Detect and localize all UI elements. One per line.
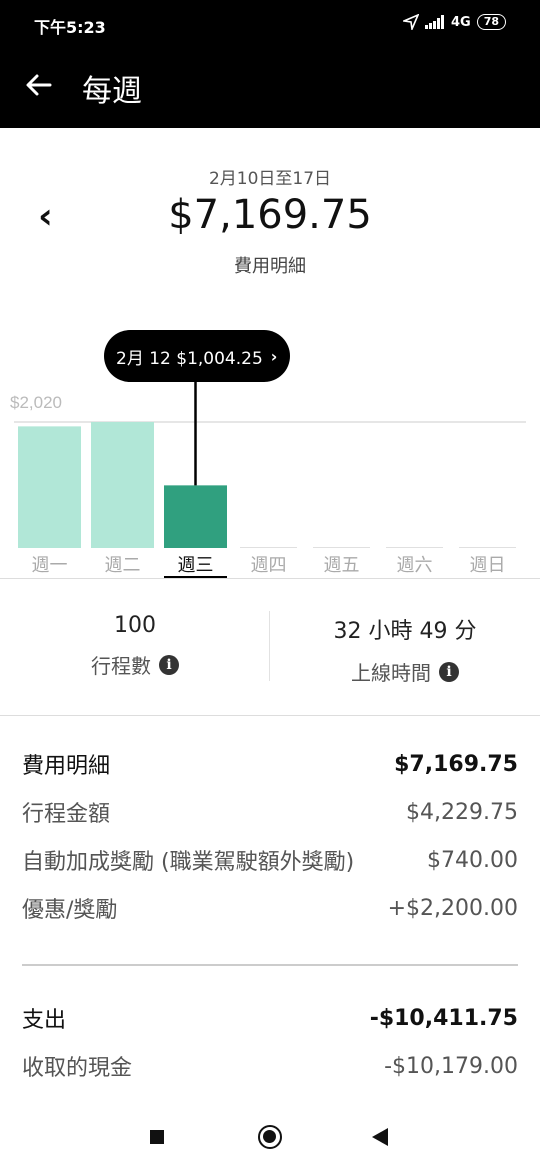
chart-bar[interactable] (313, 547, 370, 548)
day-tooltip[interactable]: 2月 12 $1,004.25 › (104, 330, 290, 382)
online-time-stat: 32 小時 49 分 上線時間 i (270, 613, 540, 686)
system-nav-bar (0, 1100, 540, 1170)
system-back-button[interactable] (372, 1128, 388, 1146)
section-divider (22, 964, 518, 966)
chart-bar[interactable] (91, 422, 154, 548)
payout-row-total: 支出 -$10,411.75 (22, 994, 518, 1042)
row-label: 自動加成獎勵 (職業駕駛額外獎勵) (22, 850, 355, 875)
week-total: $7,169.75 (168, 192, 372, 238)
recent-apps-button[interactable] (150, 1130, 164, 1144)
chart-bar[interactable] (18, 426, 81, 548)
battery-icon: 78 (476, 14, 506, 30)
row-amount: -$10,179.00 (384, 1053, 518, 1079)
home-button[interactable] (258, 1125, 282, 1149)
chart-bar[interactable] (164, 485, 227, 548)
chart-x-tick-label: 週六 (397, 555, 433, 576)
row-amount: -$10,411.75 (369, 1005, 518, 1031)
online-time-label-row: 上線時間 i (270, 657, 540, 686)
reference-value-label: $2,020 (10, 393, 62, 412)
row-label: 支出 (22, 1008, 67, 1033)
tooltip-label: 2月 12 $1,004.25 (116, 348, 263, 369)
earnings-row: 優惠/獎勵 +$2,200.00 (22, 884, 518, 932)
chart-x-tick-label: 週一 (32, 555, 68, 576)
trip-count-label-row: 行程數 i (0, 650, 270, 679)
breakdown-link[interactable]: 費用明細 (0, 252, 540, 278)
stats-panel: 100 行程數 i 32 小時 49 分 上線時間 i (0, 578, 540, 716)
chart-x-tick-label: 週日 (470, 555, 506, 576)
chart-bar[interactable] (386, 547, 443, 548)
status-time: 下午5:23 (34, 18, 106, 37)
back-arrow-icon[interactable] (22, 68, 56, 102)
row-label: 費用明細 (22, 754, 111, 779)
row-label: 收取的現金 (22, 1056, 133, 1081)
chart-x-tick-label: 週三 (178, 555, 214, 576)
chart-bar[interactable] (240, 547, 297, 548)
earnings-row: 行程金額 $4,229.75 (22, 788, 518, 836)
earnings-row: 自動加成獎勵 (職業駕駛額外獎勵) $740.00 (22, 836, 518, 884)
row-label: 優惠/獎勵 (22, 898, 118, 923)
app-bar: 每週 (0, 48, 540, 128)
chart-x-tick-label: 週五 (324, 555, 360, 576)
online-time-value: 32 小時 49 分 (333, 619, 477, 644)
chevron-right-icon: › (270, 346, 278, 366)
info-icon[interactable]: i (439, 661, 459, 682)
online-time-label: 上線時間 (351, 661, 431, 685)
location-icon (402, 14, 419, 30)
row-amount: $4,229.75 (406, 799, 518, 825)
row-amount: $7,169.75 (394, 751, 518, 777)
trip-count-value: 100 (114, 613, 156, 638)
earnings-breakdown: 費用明細 $7,169.75 行程金額 $4,229.75 自動加成獎勵 (職業… (22, 740, 518, 932)
payouts-breakdown: 支出 -$10,411.75 收取的現金 -$10,179.00 (22, 994, 518, 1090)
trip-count-label: 行程數 (91, 654, 151, 678)
status-bar: 下午5:23 4G 78 (0, 0, 540, 48)
payout-row: 收取的現金 -$10,179.00 (22, 1042, 518, 1090)
row-label: 行程金額 (22, 802, 111, 827)
chart-x-tick-label: 週四 (251, 555, 287, 576)
page-title: 每週 (82, 74, 142, 109)
earnings-row-total: 費用明細 $7,169.75 (22, 740, 518, 788)
network-type: 4G (450, 14, 471, 30)
trip-count-stat: 100 行程數 i (0, 613, 270, 679)
status-icons: 4G 78 (402, 14, 506, 30)
week-range: 2月10日至17日 (208, 169, 332, 189)
chart-x-tick-label: 週二 (105, 555, 141, 576)
row-amount: $740.00 (427, 847, 518, 873)
signal-icon (424, 15, 444, 29)
chart-bar[interactable] (459, 547, 516, 548)
row-amount: +$2,200.00 (387, 895, 518, 921)
info-icon[interactable]: i (159, 654, 179, 675)
